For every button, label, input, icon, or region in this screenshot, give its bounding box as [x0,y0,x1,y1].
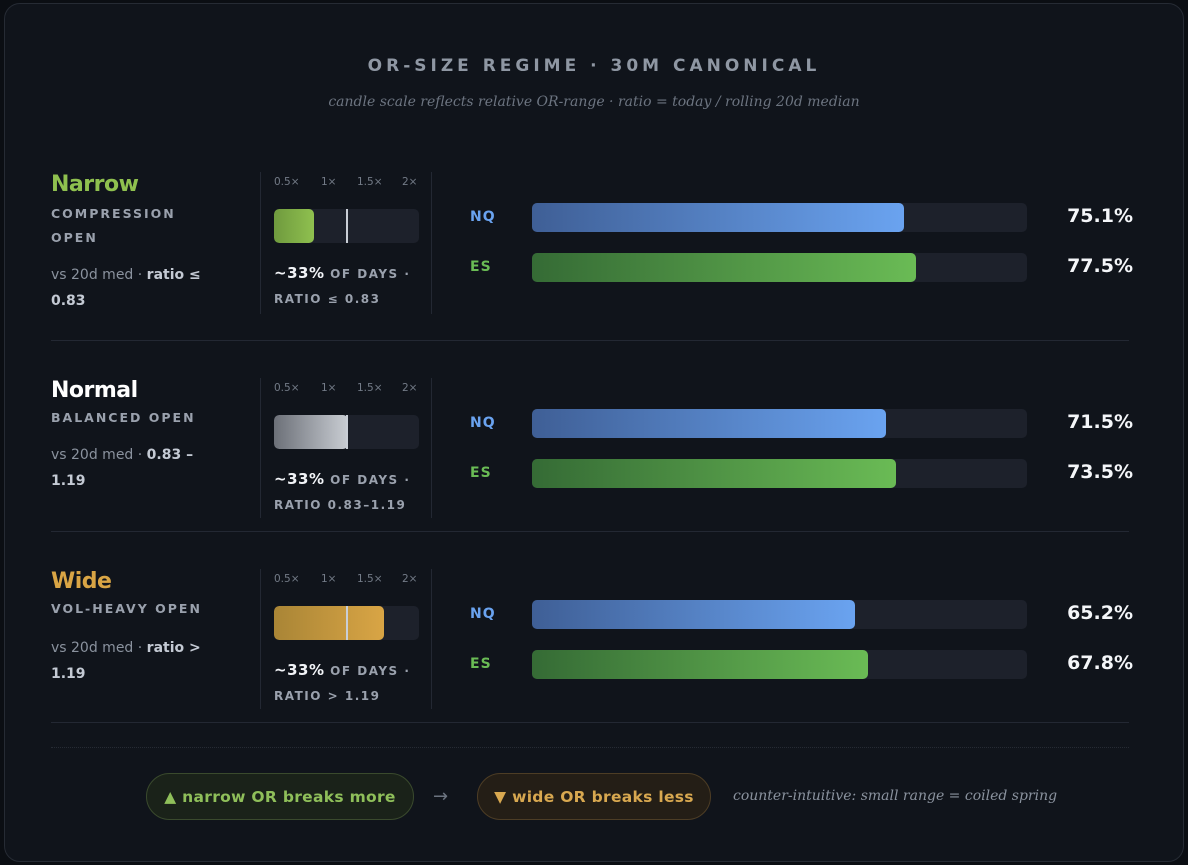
bar-value-es: 77.5% [1067,255,1133,277]
bar-track-es [532,459,1027,488]
candle-track [274,209,419,243]
column-divider [431,569,432,709]
scale-tick: 1× [321,382,337,394]
bar-track-nq [532,409,1027,438]
narrow-breaks-more-badge: ▲ narrow OR breaks more [146,773,414,820]
regime-name: Wide [51,569,112,594]
scale-tick: 1.5× [357,382,383,394]
column-divider [260,378,261,518]
column-divider [431,378,432,518]
arrow-right-icon: → [433,786,449,807]
bar-value-nq: 71.5% [1067,411,1133,433]
share-caption: ~33% OF DAYS · RATIO > 1.19 [274,661,411,703]
series-label-nq: NQ [470,415,496,431]
regime-subtitle: VOL-HEAVY OPEN [51,601,202,616]
scale-ticks: 0.5× 1× 1.5× 2× [274,573,419,589]
scale-tick: 1.5× [357,176,383,188]
bar-value-nq: 75.1% [1067,205,1133,227]
bar-track-nq [532,203,1027,232]
series-label-nq: NQ [470,606,496,622]
series-label-nq: NQ [470,209,496,225]
scale-ticks: 0.5× 1× 1.5× 2× [274,382,419,398]
scale-tick: 1× [321,176,337,188]
median-marker [346,606,348,640]
page-title: OR-SIZE REGIME · 30M CANONICAL [367,56,821,76]
scale-tick: 0.5× [274,573,300,585]
footer-note: counter-intuitive: small range = coiled … [733,788,1058,804]
scale-tick: 2× [402,176,418,188]
scale-tick: 2× [402,573,418,585]
bar-value-es: 67.8% [1067,652,1133,674]
series-label-es: ES [470,656,492,672]
candle-fill [274,606,384,640]
bar-es [532,650,868,679]
bar-value-es: 73.5% [1067,461,1133,483]
regime-ratio-range: vs 20d med · ratio ≤ 0.83 [51,267,201,309]
scale-tick: 0.5× [274,382,300,394]
regime-name: Narrow [51,172,139,197]
candle-fill [274,209,314,243]
column-divider [431,172,432,314]
bar-track-es [532,650,1027,679]
bar-nq [532,600,855,629]
wide-breaks-less-badge: ▼ wide OR breaks less [477,773,711,820]
regime-subtitle: BALANCED OPEN [51,410,196,425]
column-divider [260,569,261,709]
row-divider [51,340,1129,341]
bar-es [532,253,916,282]
candle-fill [274,415,348,449]
candle-track [274,415,419,449]
regime-ratio-range: vs 20d med · ratio > 1.19 [51,640,201,682]
regime-subtitle: COMPRESSION OPEN [51,206,176,245]
series-label-es: ES [470,259,492,275]
median-marker [346,415,348,449]
share-caption: ~33% OF DAYS · RATIO 0.83–1.19 [274,470,411,512]
footer-divider [51,747,1129,748]
series-label-es: ES [470,465,492,481]
scale-tick: 0.5× [274,176,300,188]
column-divider [260,172,261,314]
bar-nq [532,203,904,232]
bar-nq [532,409,886,438]
scale-tick: 1.5× [357,573,383,585]
bar-track-nq [532,600,1027,629]
scale-ticks: 0.5× 1× 1.5× 2× [274,176,419,192]
candle-track [274,606,419,640]
row-divider [51,722,1129,723]
scale-tick: 2× [402,382,418,394]
share-caption: ~33% OF DAYS · RATIO ≤ 0.83 [274,264,411,306]
scale-tick: 1× [321,573,337,585]
median-marker [346,209,348,243]
bar-track-es [532,253,1027,282]
bar-value-nq: 65.2% [1067,602,1133,624]
regime-ratio-range: vs 20d med · 0.83 – 1.19 [51,447,194,489]
regime-name: Normal [51,378,138,403]
page-subtitle: candle scale reflects relative OR-range … [328,94,860,110]
bar-es [532,459,896,488]
row-divider [51,531,1129,532]
